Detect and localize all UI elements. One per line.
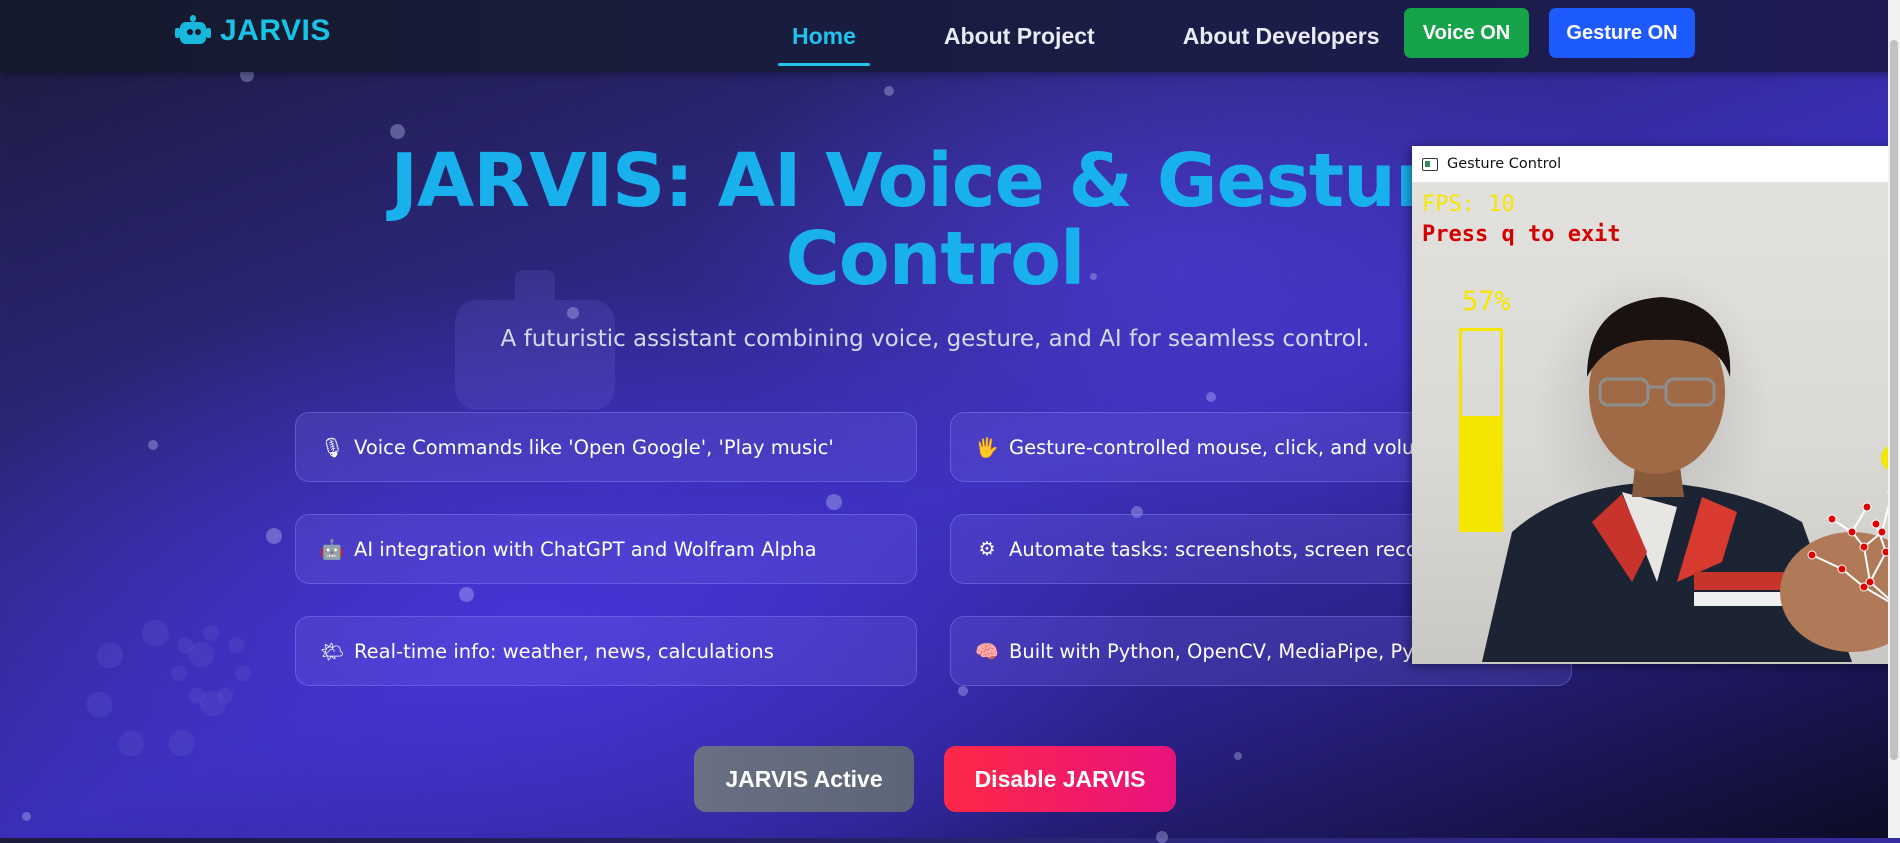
window-app-icon xyxy=(1422,157,1438,171)
window-titlebar[interactable]: Gesture Control xyxy=(1412,146,1900,183)
particle xyxy=(1206,392,1216,402)
person-silhouette xyxy=(1482,297,1900,662)
particle xyxy=(1234,752,1242,760)
nav-links: Home About Project About Developers xyxy=(778,0,1454,72)
hero-subtitle: A futuristic assistant combining voice, … xyxy=(500,326,1370,352)
robot-icon xyxy=(174,14,212,48)
weather-icon: 🌤 xyxy=(319,640,345,663)
feature-text: Gesture-controlled mouse, click, and vol… xyxy=(1009,435,1446,459)
disable-jarvis-button[interactable]: Disable JARVIS xyxy=(944,746,1176,812)
camera-feed: FPS: 10 Press q to exit 57% xyxy=(1412,182,1900,664)
scrollbar-thumb[interactable] xyxy=(1890,40,1898,760)
page-scrollbar[interactable] xyxy=(1888,0,1900,838)
volume-bar xyxy=(1459,328,1503,532)
feature-text: Automate tasks: screenshots, screen reco… xyxy=(1009,537,1472,561)
volume-bar-fill xyxy=(1462,416,1500,529)
hero-title-line-1: JARVIS: AI Voice & Gesture xyxy=(390,138,1480,224)
feature-text: Built with Python, OpenCV, MediaPipe, Py… xyxy=(1009,639,1470,663)
background-gear-icon xyxy=(170,625,252,707)
nav-link-home[interactable]: Home xyxy=(778,17,870,66)
particle xyxy=(148,440,158,450)
particle xyxy=(884,86,894,96)
gear-icon: ⚙ xyxy=(978,538,996,560)
window-title: Gesture Control xyxy=(1447,156,1562,172)
nav-link-about-project[interactable]: About Project xyxy=(930,17,1109,56)
feature-card-realtime: 🌤 Real-time info: weather, news, calcula… xyxy=(295,616,917,686)
brand-logo[interactable]: JARVIS xyxy=(174,14,331,48)
brain-icon: 🧠 xyxy=(975,640,999,663)
gesture-control-window[interactable]: Gesture Control FPS: 10 Press q to exit … xyxy=(1412,146,1900,664)
feature-text: AI integration with ChatGPT and Wolfram … xyxy=(354,537,817,561)
particle xyxy=(266,528,282,544)
nav-link-about-developers[interactable]: About Developers xyxy=(1169,17,1394,56)
particle xyxy=(22,812,31,821)
navbar: JARVIS Home About Project About Develope… xyxy=(0,0,1900,72)
hero-title-line-2: Control xyxy=(785,216,1086,302)
background-robot-icon xyxy=(455,270,615,410)
robot-icon: 🤖 xyxy=(320,538,344,561)
brand-name: JARVIS xyxy=(220,14,331,47)
feature-card-ai: 🤖 AI integration with ChatGPT and Wolfra… xyxy=(295,514,917,584)
microphone-icon: 🎙 xyxy=(319,436,345,459)
jarvis-active-button[interactable]: JARVIS Active xyxy=(694,746,914,812)
voice-toggle-button[interactable]: Voice ON xyxy=(1404,8,1529,58)
feature-card-voice: 🎙 Voice Commands like 'Open Google', 'Pl… xyxy=(295,412,917,482)
volume-percent: 57% xyxy=(1462,286,1511,317)
particle xyxy=(826,494,842,510)
particle xyxy=(459,587,474,602)
hero-title: JARVIS: AI Voice & Gesture Control xyxy=(385,142,1485,298)
particle xyxy=(1156,831,1168,843)
hand-icon: 🖐 xyxy=(975,436,999,459)
particle xyxy=(958,686,968,696)
fps-readout: FPS: 10 xyxy=(1422,192,1515,217)
particle xyxy=(390,124,405,139)
gesture-toggle-button[interactable]: Gesture ON xyxy=(1549,8,1695,58)
feature-text: Voice Commands like 'Open Google', 'Play… xyxy=(354,435,834,459)
feature-text: Real-time info: weather, news, calculati… xyxy=(354,639,774,663)
particle xyxy=(567,307,579,319)
exit-hint: Press q to exit xyxy=(1422,222,1621,247)
